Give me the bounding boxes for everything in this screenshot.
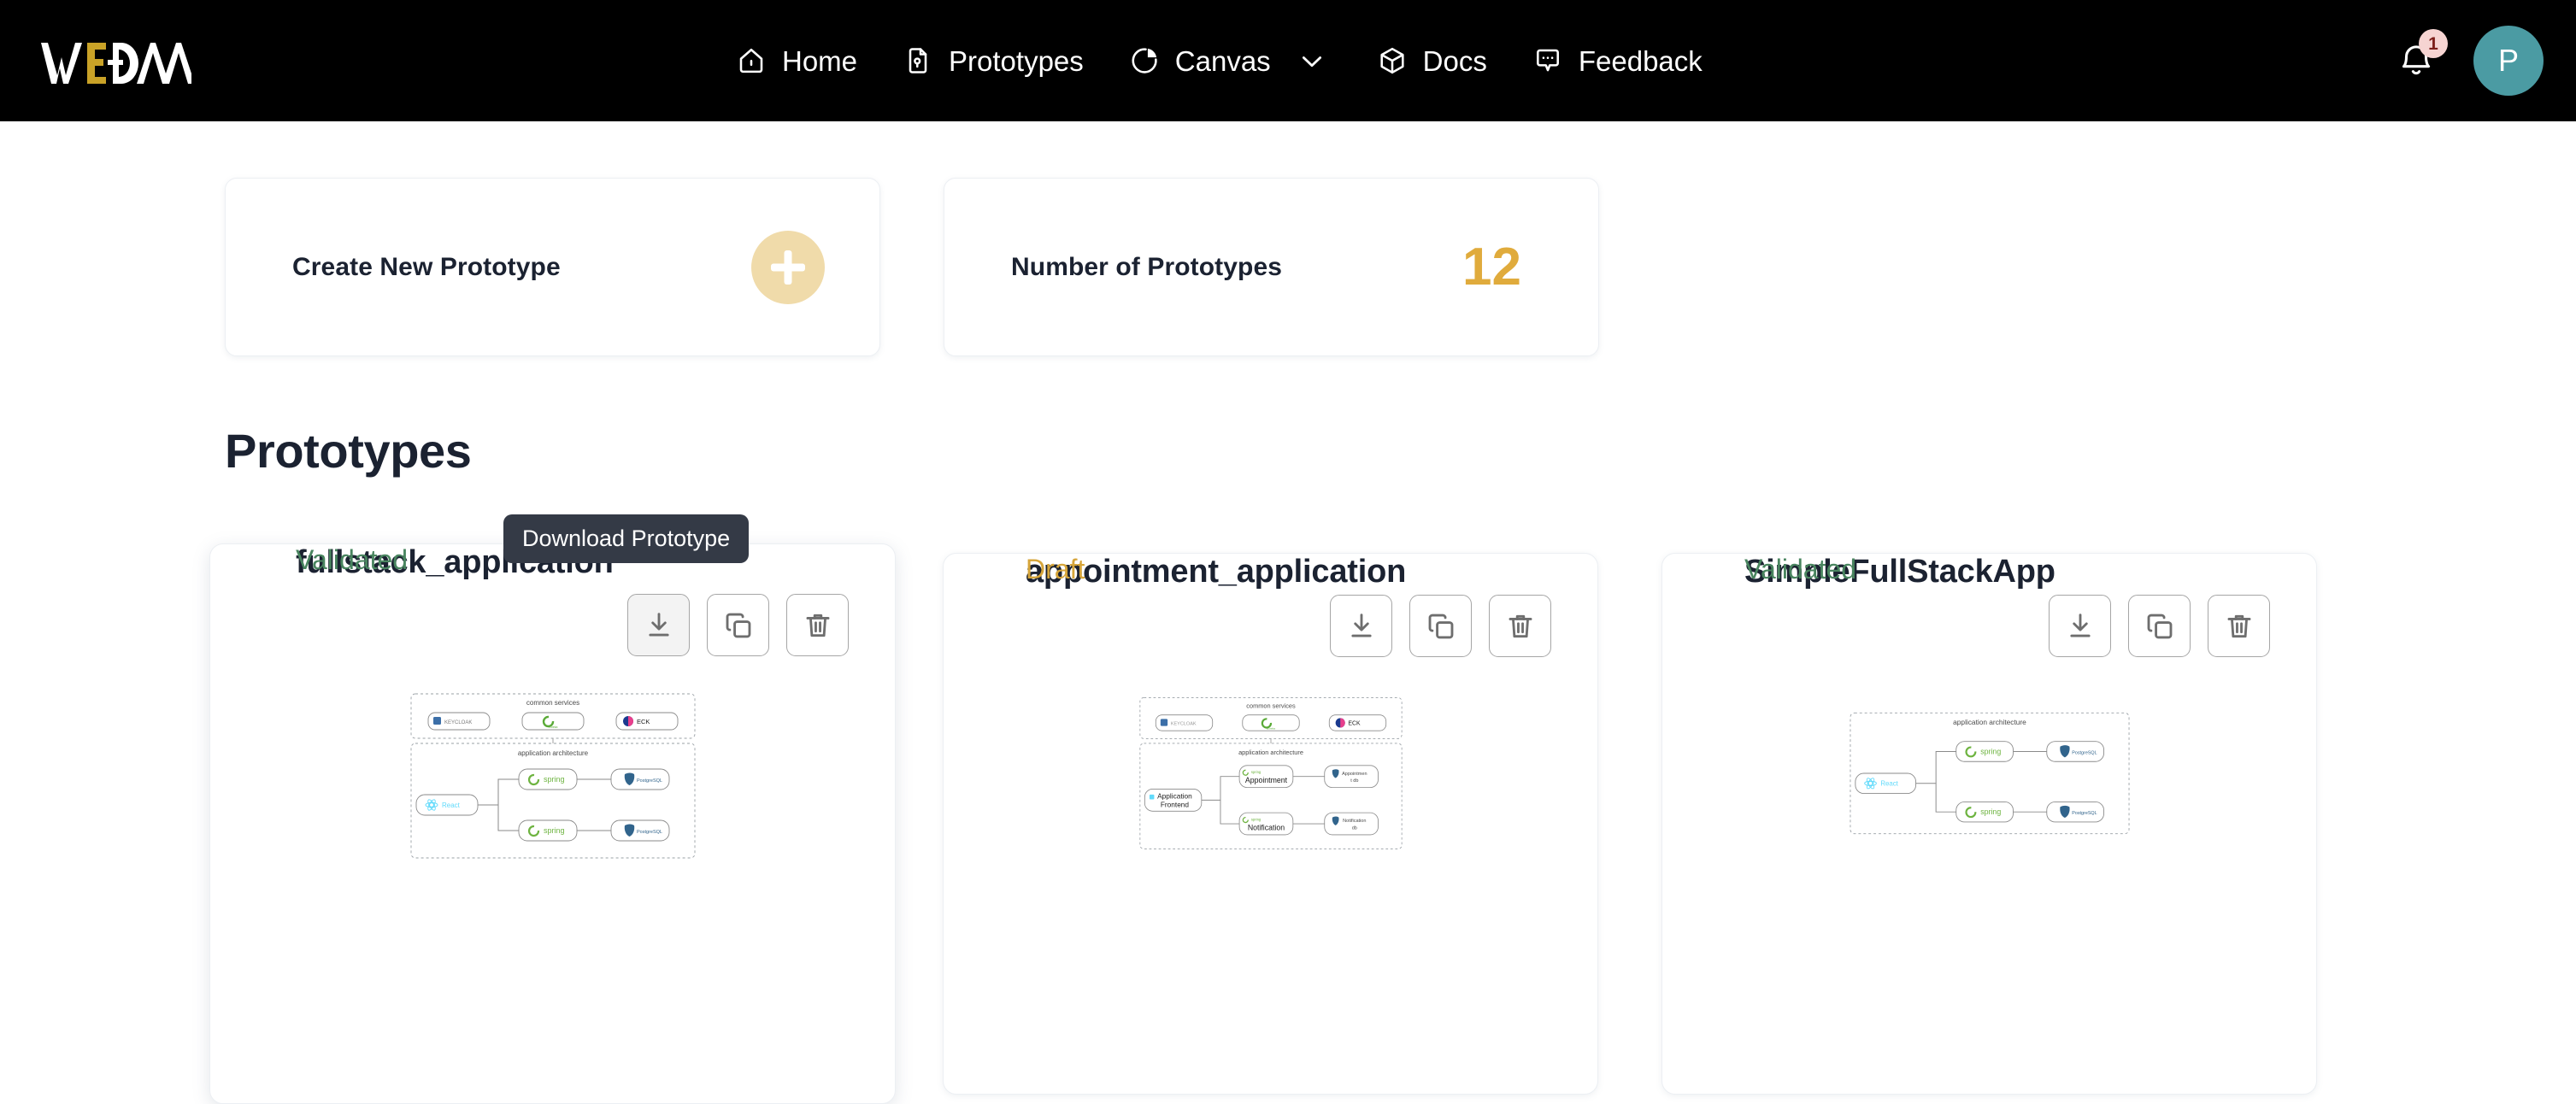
duplicate-prototype-button[interactable] [707,594,769,656]
svg-text:common services: common services [1246,702,1296,709]
prototype-card-fullstack-application[interactable]: common services KEYCLOAK Eureka ECK appl… [209,543,896,1104]
delete-prototype-button[interactable] [2208,595,2270,657]
svg-text:spring: spring [1980,747,2001,755]
svg-text:KEYCLOAK: KEYCLOAK [1170,722,1196,727]
svg-text:common services: common services [526,699,579,707]
number-of-prototypes-label: Number of Prototypes [1011,252,1283,281]
cube-docs-icon [1376,44,1409,77]
document-prototype-icon [902,44,934,77]
prototype-architecture-thumbnail: application architecture React spring sp… [1709,680,2269,866]
nav-label-home: Home [782,44,858,77]
top-navigation-bar: Home Prototypes Canvas Docs Feedback 1 P [0,0,2576,121]
svg-text:PostgreSQL: PostgreSQL [2072,750,2097,755]
notifications-button[interactable]: 1 [2397,29,2448,80]
svg-text:Notification: Notification [1247,823,1284,831]
download-icon [2064,610,2097,643]
home-icon [735,44,768,77]
svg-text:ECK: ECK [637,718,650,725]
svg-text:t db: t db [1350,778,1358,784]
download-prototype-tooltip: Download Prototype [503,514,750,563]
svg-text:Eureka: Eureka [548,725,557,729]
trash-icon [1504,610,1537,643]
card-action-buttons [2049,595,2270,657]
delete-prototype-button[interactable] [786,594,849,656]
svg-text:Eureka: Eureka [1267,726,1275,730]
svg-text:KEYCLOAK: KEYCLOAK [444,720,472,725]
nav-item-prototypes[interactable]: Prototypes [902,44,1084,77]
wedaa-logo[interactable] [39,36,191,85]
nav-label-prototypes: Prototypes [949,44,1084,77]
svg-text:Application: Application [1157,792,1192,801]
svg-text:Notification: Notification [1343,819,1366,824]
bell-icon [2397,45,2436,84]
primary-nav-items: Home Prototypes Canvas Docs Feedback [735,41,1703,80]
duplicate-prototype-button[interactable] [2128,595,2191,657]
card-action-buttons [627,594,849,656]
nav-item-canvas[interactable]: Canvas [1128,41,1332,80]
pie-chart-canvas-icon [1128,44,1161,77]
summary-cards-row: Create New Prototype Number of Prototype… [225,178,1599,356]
prototype-architecture-thumbnail: common services KEYCLOAK Eureka ECK appl… [257,678,848,874]
svg-text:db: db [1351,826,1356,831]
nav-item-home[interactable]: Home [735,44,857,77]
chevron-down-icon[interactable] [1292,41,1332,80]
prototype-card-simplefullstackapp[interactable]: application architecture React spring sp… [1661,553,2317,1095]
nav-label-canvas: Canvas [1174,44,1271,77]
svg-text:application architecture: application architecture [1238,749,1303,756]
avatar-initial: P [2497,43,2519,78]
user-avatar[interactable]: P [2473,26,2544,96]
card-action-buttons [1330,595,1551,657]
nav-label-feedback: Feedback [1578,44,1703,77]
download-prototype-button[interactable] [2049,595,2111,657]
download-prototype-button[interactable] [1330,595,1392,657]
svg-text:spring: spring [544,826,565,835]
svg-text:PostgreSQL: PostgreSQL [2072,811,2097,816]
trash-icon [2223,610,2255,643]
svg-text:spring: spring [1980,807,2001,816]
svg-text:Appointmen: Appointmen [1342,772,1367,777]
svg-text:spring: spring [1250,770,1261,774]
svg-text:spring: spring [1250,817,1261,821]
copy-icon [1425,610,1457,643]
nav-label-docs: Docs [1422,44,1487,77]
svg-text:React: React [1880,780,1898,788]
plus-circle-icon[interactable] [751,230,825,304]
prototype-count-value: 12 [1462,237,1521,297]
download-icon [643,609,675,642]
duplicate-prototype-button[interactable] [1409,595,1472,657]
nav-item-docs[interactable]: Docs [1376,44,1487,77]
svg-text:Frontend: Frontend [1160,801,1189,809]
svg-text:spring: spring [544,775,565,784]
prototype-architecture-thumbnail: common services KEYCLOAK Eureka ECK appl… [991,680,1550,866]
svg-text:application architecture: application architecture [1953,718,2026,726]
download-prototype-button[interactable] [627,594,690,656]
svg-text:PostgreSQL: PostgreSQL [637,778,662,784]
page-title: Prototypes [225,424,472,478]
svg-text:Appointment: Appointment [1244,776,1287,784]
copy-icon [722,609,755,642]
prototype-status: Validated [1744,554,1857,584]
svg-text:ECK: ECK [1348,721,1361,727]
svg-text:application architecture: application architecture [517,749,588,757]
prototype-status: Validated [296,544,409,575]
prototype-card-appointment-application[interactable]: common services KEYCLOAK Eureka ECK appl… [943,553,1598,1095]
create-new-prototype-label: Create New Prototype [292,252,561,281]
svg-text:PostgreSQL: PostgreSQL [637,830,662,835]
copy-icon [2144,610,2176,643]
delete-prototype-button[interactable] [1489,595,1551,657]
trash-icon [802,609,834,642]
chat-bubble-feedback-icon [1532,44,1564,77]
svg-text:React: React [442,802,461,809]
notification-count-badge: 1 [2419,29,2448,58]
nav-item-feedback[interactable]: Feedback [1532,44,1703,77]
number-of-prototypes-card[interactable]: Number of Prototypes 12 [944,178,1599,356]
nav-right-cluster: 1 P [2397,26,2544,96]
download-icon [1345,610,1378,643]
prototype-status: Draft [1026,554,1085,584]
create-new-prototype-card[interactable]: Create New Prototype [225,178,880,356]
